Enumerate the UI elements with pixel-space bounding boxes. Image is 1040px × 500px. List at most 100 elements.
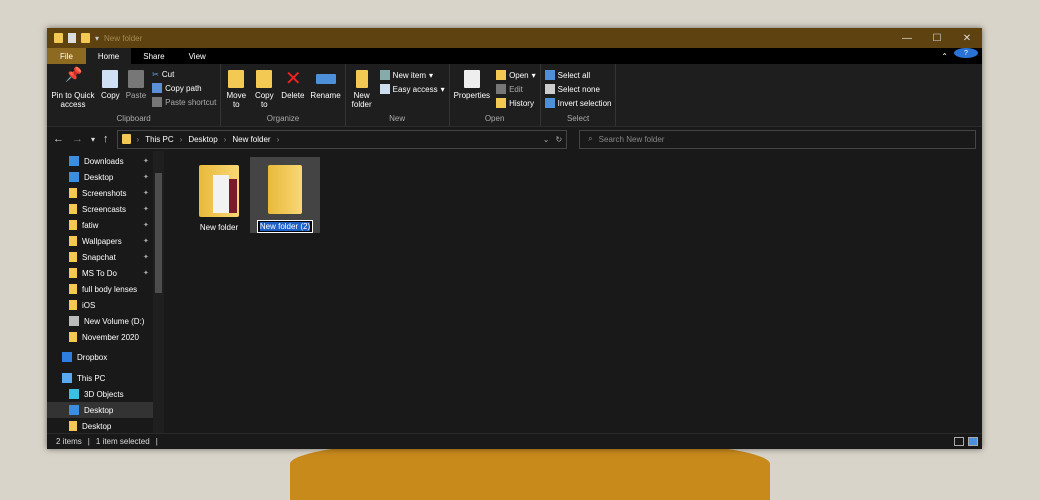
tab-home[interactable]: Home [85,48,132,64]
paste-icon [127,70,144,88]
large-icons-view-button[interactable] [968,437,978,446]
details-view-button[interactable] [954,437,964,446]
sidebar-item-label: Dropbox [77,352,108,362]
sidebar-item-label: Screencasts [82,204,127,214]
file-explorer-window: ▾ New folder — ☐ ✕ File Home Share View … [47,28,982,449]
new-item-icon [379,70,390,80]
sidebar-item-label: Snapchat [82,252,116,262]
rename-text: New folder (2) [259,222,311,231]
help-icon[interactable]: ? [954,48,978,58]
sidebar-item[interactable]: 3D Objects [47,386,164,402]
file-name: New folder [199,223,239,232]
file-item[interactable]: New folder [184,157,254,233]
clipboard-group: 📌 Pin to Quick access Copy Paste ✂ Cut Cop… [47,64,222,126]
rename-button[interactable]: Rename [310,66,341,114]
open-button[interactable]: Open ▾ [496,70,536,80]
sidebar-item[interactable]: MS To Do ✦ [47,265,164,281]
history-icon [496,98,507,108]
customize-qa-icon[interactable]: ▾ [95,34,99,43]
item-count: 2 items [56,437,82,446]
copy-path-button[interactable]: Copy path [152,83,216,93]
sidebar-item[interactable]: November 2020 [47,329,164,345]
group-label: Organize [266,114,300,123]
new-folder-qa-icon[interactable] [81,33,90,43]
address-dropdown[interactable]: ⌄ [543,135,550,144]
file-item-selected[interactable]: New folder (2) [250,157,320,233]
invert-selection-button[interactable]: Invert selection [544,98,611,108]
back-button[interactable]: ← [53,133,64,145]
select-all-button[interactable]: Select all [544,70,612,80]
pin-icon: ✦ [143,190,149,197]
sidebar-item-label: full body lenses [82,284,138,294]
address-bar[interactable]: › This PC › Desktop › New folder › ⌄ ↻ [116,129,568,149]
pin-quick-access-button[interactable]: 📌 Pin to Quick access [51,66,95,114]
sidebar-item[interactable]: Desktop [47,402,153,418]
paste-shortcut-button[interactable]: Paste shortcut [152,97,216,107]
copy-to-button[interactable]: Copy to [253,66,275,114]
sidebar-item[interactable]: Desktop ✦ [47,169,164,185]
window-title: New folder [104,33,143,43]
pin-icon: ✦ [143,270,149,277]
properties-button[interactable]: Properties [454,66,490,114]
tab-view[interactable]: View [177,48,218,64]
sidebar-item[interactable]: fatiw ✦ [47,217,164,233]
breadcrumb-new-folder[interactable]: New folder [232,135,270,144]
close-button[interactable]: ✕ [952,33,982,44]
new-item-button[interactable]: New item ▾ [379,70,445,80]
collapse-ribbon-icon[interactable]: ⌃ [941,48,948,64]
sidebar-item[interactable]: Dropbox [47,349,164,365]
select-none-button[interactable]: Select none [544,84,612,94]
properties-icon [463,70,480,88]
easy-access-button[interactable]: Easy access ▾ [379,84,445,94]
history-button[interactable]: History [496,98,536,108]
minimize-button[interactable]: — [892,33,922,44]
paste-button[interactable]: Paste [126,66,146,114]
copy-button[interactable]: Copy [101,66,120,114]
sidebar-item[interactable]: New Volume (D:) [47,313,164,329]
sidebar-item[interactable]: Desktop [47,418,164,434]
sidebar-item[interactable]: Snapchat ✦ [47,249,164,265]
navigation-pane: Downloads ✦ Desktop ✦ Screenshots ✦ Screencast… [47,151,164,433]
move-to-button[interactable]: Move to [225,66,247,114]
breadcrumb-desktop[interactable]: Desktop [188,135,217,144]
folder-icon [69,236,77,246]
edit-button[interactable]: Edit [496,84,536,94]
paste-shortcut-icon [152,97,163,107]
group-label: Select [566,114,590,123]
folder-icon [121,134,131,144]
recent-locations-button[interactable]: ▾ [91,135,95,144]
desktop-icon [69,172,79,182]
maximize-button[interactable]: ☐ [922,33,952,44]
delete-button[interactable]: ✕ Delete [281,66,304,114]
folder-icon [69,268,77,278]
refresh-button[interactable]: ↻ [555,135,562,144]
dropbox-icon [62,352,72,362]
cut-button[interactable]: ✂ Cut [152,70,216,79]
pc-icon [62,373,72,383]
new-folder-button[interactable]: New folder [350,66,374,114]
sidebar-item[interactable]: full body lenses [47,281,164,297]
tab-share[interactable]: Share [131,48,176,64]
up-button[interactable]: ↑ [103,133,109,145]
sidebar-item[interactable]: iOS [47,297,164,313]
sidebar-item-label: 3D Objects [84,389,124,399]
scissors-icon: ✂ [152,70,159,79]
sidebar-item[interactable]: Wallpapers ✦ [47,233,164,249]
rename-input[interactable]: New folder (2) [256,220,314,233]
sidebar-item[interactable]: Screenshots ✦ [47,185,164,201]
sidebar-item-label: Desktop [82,421,112,431]
breadcrumb-this-pc[interactable]: This PC [145,135,173,144]
forward-button[interactable]: → [72,133,83,145]
search-box[interactable]: ⌕ Search New folder [579,129,976,149]
group-label: Clipboard [116,114,151,123]
sidebar-item-label: Wallpapers [82,236,122,246]
sidebar-item[interactable]: Downloads ✦ [47,153,164,169]
search-placeholder: Search New folder [598,134,665,144]
sidebar-item[interactable]: Screencasts ✦ [47,201,164,217]
cube-icon [69,389,79,399]
sidebar-item-label: Desktop [84,172,114,182]
properties-qa-icon[interactable] [68,33,76,43]
sidebar-item-label: November 2020 [82,332,139,342]
tab-file[interactable]: File [47,48,86,64]
sidebar-item[interactable]: This PC [47,370,164,386]
